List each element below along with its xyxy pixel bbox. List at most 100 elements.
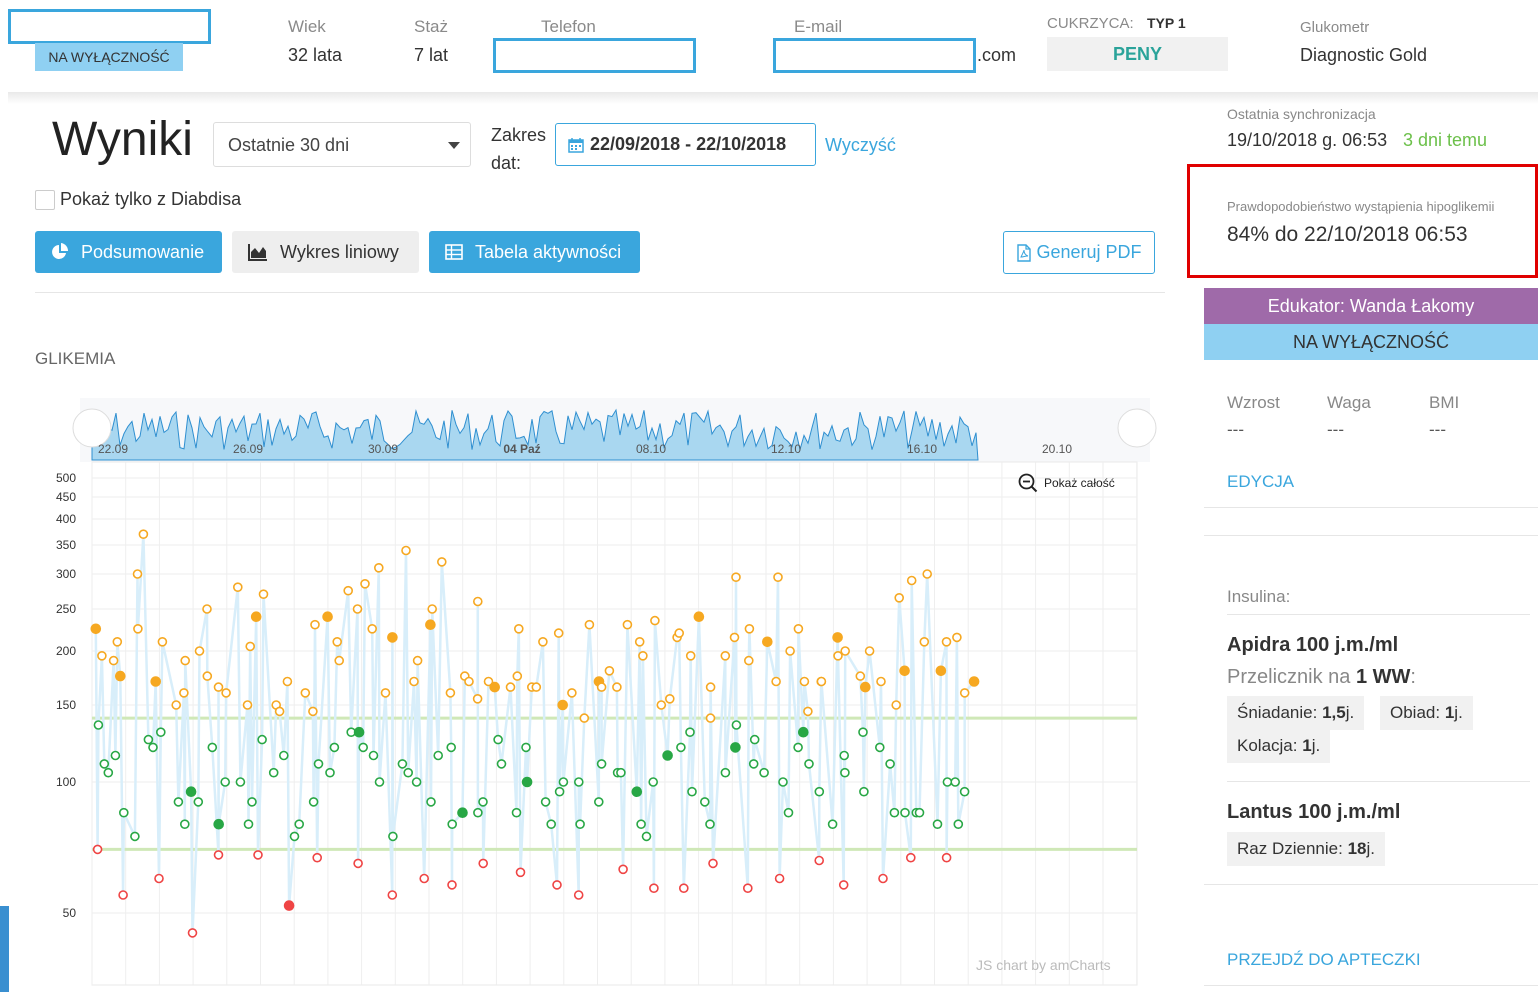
glucose-point-high[interactable] bbox=[157, 636, 168, 647]
glucose-point-normal[interactable] bbox=[411, 777, 422, 787]
glucose-point-normal[interactable] bbox=[793, 742, 803, 753]
glucose-point-high[interactable] bbox=[731, 572, 741, 583]
glucose-point-normal[interactable] bbox=[839, 750, 850, 761]
glucose-point-normal[interactable] bbox=[631, 786, 643, 798]
glucose-point-normal[interactable] bbox=[950, 777, 961, 787]
glucose-point-high[interactable] bbox=[935, 665, 947, 677]
glucose-point-normal[interactable] bbox=[889, 807, 900, 818]
glucose-point-high[interactable] bbox=[941, 636, 952, 647]
glucose-point-high[interactable] bbox=[729, 632, 740, 643]
glucose-point-high[interactable] bbox=[97, 650, 107, 661]
glucose-point-high[interactable] bbox=[180, 655, 190, 666]
glucose-point-normal[interactable] bbox=[156, 727, 166, 738]
glucose-point-low[interactable] bbox=[353, 858, 363, 869]
glucose-point-high[interactable] bbox=[538, 636, 548, 647]
glucose-point-high[interactable] bbox=[785, 646, 795, 656]
glucose-point-high[interactable] bbox=[412, 655, 423, 666]
glucose-point-normal[interactable] bbox=[748, 759, 759, 769]
glucose-point-normal[interactable] bbox=[268, 767, 279, 778]
glucose-point-normal[interactable] bbox=[130, 831, 140, 842]
glucose-point-low[interactable] bbox=[814, 855, 825, 866]
glucose-point-high[interactable] bbox=[771, 676, 781, 687]
glucose-point-normal[interactable] bbox=[596, 759, 607, 769]
glucose-point-high[interactable] bbox=[968, 676, 980, 687]
glucose-point-low[interactable] bbox=[742, 883, 753, 894]
glucose-point-high[interactable] bbox=[705, 682, 716, 692]
glucose-point-high[interactable] bbox=[793, 623, 804, 634]
glucose-point-high[interactable] bbox=[258, 589, 269, 600]
glucose-point-high[interactable] bbox=[334, 655, 345, 666]
glucose-point-high[interactable] bbox=[744, 623, 755, 634]
glucose-point-low[interactable] bbox=[941, 852, 952, 863]
glucose-point-high[interactable] bbox=[505, 682, 516, 692]
glucose-point-low[interactable] bbox=[187, 928, 198, 938]
glucose-point-normal[interactable] bbox=[914, 807, 925, 818]
glucose-point-normal[interactable] bbox=[814, 786, 825, 797]
glucose-point-high[interactable] bbox=[360, 578, 370, 589]
glucose-point-low[interactable] bbox=[154, 873, 164, 884]
glucose-point-high[interactable] bbox=[720, 650, 731, 661]
glucose-point-high[interactable] bbox=[922, 569, 933, 579]
glucose-point-low[interactable] bbox=[312, 852, 323, 863]
glucose-point-normal[interactable] bbox=[93, 720, 104, 730]
glucose-point-normal[interactable] bbox=[720, 767, 731, 778]
glucose-point-low[interactable] bbox=[905, 852, 916, 863]
glucose-point-high[interactable] bbox=[604, 665, 615, 676]
glucose-point-high[interactable] bbox=[952, 632, 962, 643]
chart-navigator[interactable]: 22.09 26.09 30.09 04 Paź 08.10 12.10 16.10 20.1… bbox=[72, 398, 1157, 462]
glucose-point-high[interactable] bbox=[464, 676, 474, 687]
glucose-point-normal[interactable] bbox=[119, 807, 129, 818]
glucose-point-normal[interactable] bbox=[278, 750, 289, 761]
glucose-point-high[interactable] bbox=[557, 699, 569, 711]
glucose-point-high[interactable] bbox=[132, 569, 143, 579]
glucose-point-normal[interactable] bbox=[185, 786, 197, 798]
glucose-point-normal[interactable] bbox=[783, 807, 794, 818]
glucose-point-high[interactable] bbox=[409, 676, 419, 687]
glucose-point-high[interactable] bbox=[202, 604, 212, 614]
glucose-point-low[interactable] bbox=[387, 890, 398, 900]
glucose-point-normal[interactable] bbox=[573, 777, 584, 787]
glucose-point-normal[interactable] bbox=[641, 831, 652, 842]
glucose-point-low[interactable] bbox=[118, 890, 128, 900]
glucose-point-normal[interactable] bbox=[521, 742, 531, 753]
glucose-point-normal[interactable] bbox=[593, 797, 604, 807]
glucose-point-high[interactable] bbox=[332, 636, 343, 647]
glucose-point-low[interactable] bbox=[447, 880, 457, 890]
glucose-point-high[interactable] bbox=[612, 682, 622, 692]
glucose-point-high[interactable] bbox=[108, 655, 119, 666]
glucose-point-normal[interactable] bbox=[885, 759, 895, 769]
glucose-point-high[interactable] bbox=[531, 682, 542, 692]
glucose-point-high[interactable] bbox=[513, 623, 524, 634]
glucose-point-normal[interactable] bbox=[294, 819, 305, 830]
glucose-point-normal[interactable] bbox=[759, 767, 769, 778]
glucose-point-high[interactable] bbox=[425, 619, 436, 631]
glucose-point-normal[interactable] bbox=[648, 777, 659, 787]
glucose-point-normal[interactable] bbox=[575, 819, 585, 830]
glucose-point-high[interactable] bbox=[579, 713, 590, 723]
glucose-point-normal[interactable] bbox=[942, 777, 953, 787]
glucose-point-low[interactable] bbox=[515, 867, 526, 878]
glucose-point-low[interactable] bbox=[649, 883, 659, 894]
glucose-point-normal[interactable] bbox=[731, 720, 742, 730]
glucose-point-high[interactable] bbox=[833, 650, 843, 661]
glucose-point-high[interactable] bbox=[445, 688, 456, 698]
glucose-point-high[interactable] bbox=[343, 585, 354, 596]
glucose-point-high[interactable] bbox=[864, 646, 875, 656]
glucose-point-high[interactable] bbox=[213, 682, 224, 692]
glucose-point-high[interactable] bbox=[664, 693, 675, 704]
glucose-point-low[interactable] bbox=[552, 880, 562, 890]
navigator-right-handle[interactable] bbox=[1117, 408, 1157, 448]
pharmacy-link[interactable]: PRZEJDŹ DO APTECZKI bbox=[1227, 950, 1421, 970]
glucose-point-high[interactable] bbox=[919, 636, 930, 647]
glucose-point-normal[interactable] bbox=[368, 750, 379, 761]
glucose-point-normal[interactable] bbox=[804, 759, 814, 769]
glucose-point-low[interactable] bbox=[283, 900, 295, 911]
glucose-point-normal[interactable] bbox=[730, 742, 741, 753]
glucose-point-normal[interactable] bbox=[778, 777, 788, 787]
glucose-point-high[interactable] bbox=[179, 688, 189, 698]
glucose-point-normal[interactable] bbox=[705, 819, 715, 830]
side-widget-tab[interactable] bbox=[0, 906, 9, 992]
glucose-point-normal[interactable] bbox=[403, 767, 414, 778]
glucose-point-high[interactable] bbox=[891, 700, 902, 710]
glucose-point-high[interactable] bbox=[638, 650, 648, 661]
